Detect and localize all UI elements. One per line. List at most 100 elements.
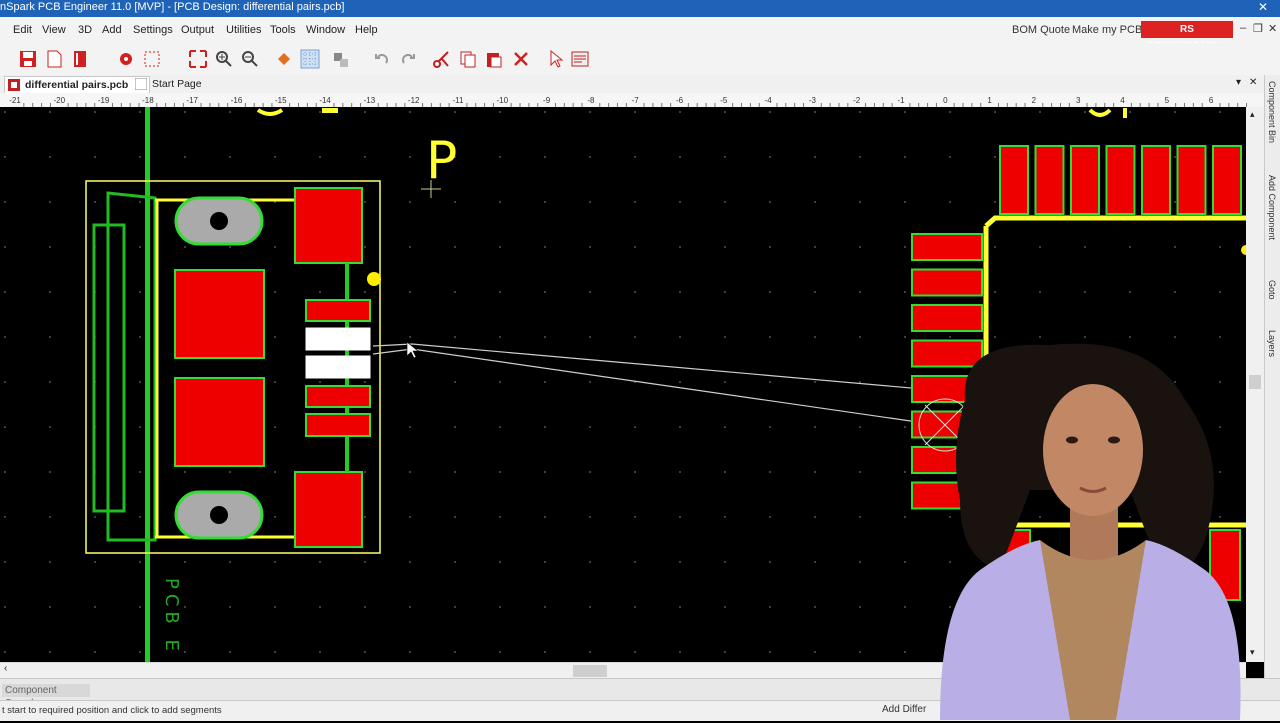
menu-tools[interactable]: Tools (270, 24, 296, 36)
menu-output[interactable]: Output (181, 24, 214, 36)
pad-large-2[interactable] (174, 377, 265, 467)
horizontal-scroll-thumb[interactable] (573, 665, 607, 677)
ruler-tick-label: -7 (632, 96, 640, 105)
menu-bar: Edit View 3D Add Settings Output Utiliti… (0, 17, 1280, 43)
ruler-tick-label: -16 (231, 96, 243, 105)
layers-tab[interactable]: Layers (1267, 330, 1277, 357)
menu-edit[interactable]: Edit (13, 24, 32, 36)
presenter-eye-right (1108, 436, 1120, 444)
ruler-tick-label: -1 (897, 96, 905, 105)
ic-top-pad[interactable] (1070, 145, 1100, 215)
pad-large-1[interactable] (174, 269, 265, 359)
menu-view[interactable]: View (42, 24, 66, 36)
ruler-tick-label: 2 (1032, 96, 1037, 105)
menu-window[interactable]: Window (306, 24, 345, 36)
properties-icon[interactable] (570, 49, 590, 69)
tab-close-button[interactable]: ✕ (1249, 77, 1257, 88)
pin1-marker (367, 272, 381, 286)
ic-top-pad[interactable] (1034, 145, 1065, 215)
cut-icon[interactable] (432, 49, 452, 69)
hole-top (210, 212, 228, 230)
zoom-out-icon[interactable] (240, 49, 260, 69)
ruler-tick-label: -3 (809, 96, 817, 105)
restore-button[interactable]: ❐ (1253, 22, 1263, 35)
status-hint: t start to required position and click t… (2, 705, 222, 716)
menu-add[interactable]: Add (102, 24, 122, 36)
grid-icon[interactable] (142, 49, 162, 69)
ruler-tick-label: -21 (9, 96, 21, 105)
scroll-up-icon[interactable]: ▴ (1250, 109, 1255, 120)
ruler-tick-label: -14 (319, 96, 331, 105)
ic-top-pad[interactable] (1212, 145, 1242, 215)
ruler-tick-label: 3 (1076, 96, 1081, 105)
designspark-logo: RS DESIGNSPARK+ (1141, 21, 1233, 52)
goto-tab[interactable]: Goto (1267, 280, 1277, 300)
ic-left-pad[interactable] (911, 233, 983, 261)
tab-label: Start Page (152, 78, 202, 90)
tab-list-button[interactable]: ▾ (1236, 77, 1241, 88)
ruler-tick-label: -17 (186, 96, 198, 105)
ic-top-pad[interactable] (999, 145, 1029, 215)
pad-bottom-right[interactable] (294, 471, 363, 548)
menu-settings[interactable]: Settings (133, 24, 173, 36)
paste-icon[interactable] (484, 49, 504, 69)
book-icon[interactable] (70, 49, 90, 69)
new-icon[interactable] (44, 49, 64, 69)
bom-quote-link[interactable]: BOM Quote (1012, 24, 1070, 36)
tab-label: differential pairs.pcb (25, 79, 129, 91)
pad-signal-3-selected[interactable] (305, 355, 371, 379)
label-fragment-left-2 (322, 108, 338, 113)
ic-top-pad[interactable] (1176, 145, 1207, 215)
menu-utilities[interactable]: Utilities (226, 24, 261, 36)
ruler-tick-label: 5 (1165, 96, 1170, 105)
menu-help[interactable]: Help (355, 24, 378, 36)
ruler-tick-label: -5 (720, 96, 728, 105)
close-doc-button[interactable]: ✕ (1268, 22, 1277, 35)
make-my-pcb-link[interactable]: Make my PCB (1072, 24, 1142, 36)
redo-icon[interactable] (398, 49, 418, 69)
ic-left-pad[interactable] (911, 304, 983, 332)
hole-bottom (210, 506, 228, 524)
window-close-button[interactable]: ✕ (1258, 0, 1268, 14)
pad-top-right[interactable] (294, 187, 363, 264)
pan-icon[interactable] (330, 49, 350, 69)
track-vertical[interactable] (145, 107, 150, 662)
board-silk-text: PCB E (161, 578, 182, 656)
ruler-tick-label: -8 (587, 96, 595, 105)
select-icon[interactable] (546, 49, 566, 69)
ruler-tick-label: 0 (943, 96, 948, 105)
menu-3d[interactable]: 3D (78, 24, 92, 36)
ruler-tick-label: -15 (275, 96, 287, 105)
pad-signal-2-selected[interactable] (305, 327, 371, 351)
pad-signal-4[interactable] (305, 385, 371, 408)
scroll-left-icon[interactable]: ‹ (4, 663, 7, 674)
undo-icon[interactable] (372, 49, 392, 69)
zoom-fit-icon[interactable] (188, 49, 208, 69)
ic-left-pad[interactable] (911, 268, 983, 297)
side-panel: Component Bin Add Component Goto Layers (1264, 75, 1280, 695)
component-search-input[interactable]: Component Search (2, 684, 90, 709)
zoom-in-icon[interactable] (214, 49, 234, 69)
window-title: nSpark PCB Engineer 11.0 [MVP] - [PCB De… (0, 1, 345, 13)
pad-signal-5[interactable] (305, 413, 371, 437)
design-rules-icon[interactable] (116, 49, 136, 69)
ruler-tick-label: -10 (497, 96, 509, 105)
add-component-tab[interactable]: Add Component (1267, 175, 1277, 240)
start-page-icon (135, 78, 147, 90)
delete-icon[interactable] (511, 49, 531, 69)
ic-top-pads (999, 145, 1242, 215)
ruler-tick-label: -12 (408, 96, 420, 105)
tab-differential-pairs[interactable]: differential pairs.pcb (4, 76, 150, 93)
grid-toggle-icon[interactable] (300, 49, 320, 69)
tab-start-page[interactable]: Start Page (132, 76, 232, 92)
document-tabs: differential pairs.pcb Start Page ▾ ✕ (0, 75, 1264, 94)
pad-signal-1[interactable] (305, 299, 371, 322)
fill-icon[interactable] (274, 49, 294, 69)
ic-top-pad[interactable] (1141, 145, 1171, 215)
component-bin-tab[interactable]: Component Bin (1267, 81, 1277, 143)
save-icon[interactable] (18, 49, 38, 69)
minimize-button[interactable]: – (1240, 22, 1246, 34)
title-bar: nSpark PCB Engineer 11.0 [MVP] - [PCB De… (0, 0, 1280, 17)
copy-icon[interactable] (458, 49, 478, 69)
ic-top-pad[interactable] (1105, 145, 1136, 215)
